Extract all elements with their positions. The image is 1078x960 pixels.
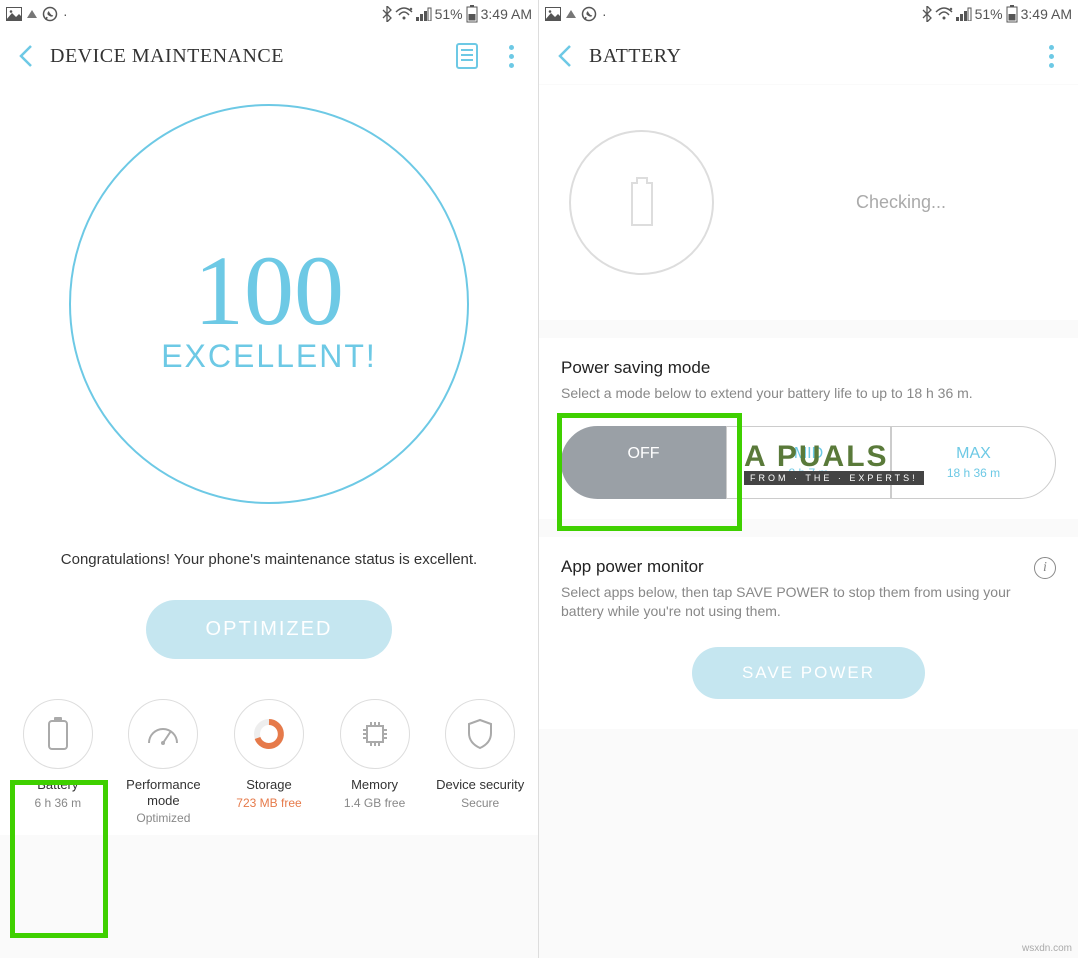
power-saving-mode-section: Power saving mode Select a mode below to… xyxy=(539,338,1078,519)
category-label: Battery xyxy=(37,777,78,793)
document-icon[interactable] xyxy=(456,43,478,69)
more-options-button[interactable] xyxy=(1036,45,1066,68)
status-bar: · 51% 3:49 AM xyxy=(0,0,538,28)
dot-icon: · xyxy=(602,6,607,22)
battery-icon xyxy=(1006,5,1018,23)
gallery-icon xyxy=(6,7,22,21)
bluetooth-icon xyxy=(382,6,392,22)
app-power-monitor-section: i App power monitor Select apps below, t… xyxy=(539,537,1078,729)
psm-option-label: MID xyxy=(732,445,885,463)
screen-device-maintenance: · 51% 3:49 AM DEVICE MAINTENANCE 100 EX xyxy=(0,0,539,958)
psm-option-off[interactable]: OFF xyxy=(561,426,726,499)
scan-circle xyxy=(569,130,714,275)
psm-options-row: OFF MID 8 h 7 m MAX 18 h 36 m xyxy=(561,426,1056,499)
psm-option-label: MAX xyxy=(897,445,1050,463)
category-row: Battery 6 h 36 m Performance mode Optimi… xyxy=(0,689,538,835)
whatsapp-icon xyxy=(42,6,58,22)
battery-outline-icon xyxy=(622,175,662,230)
category-battery[interactable]: Battery 6 h 36 m xyxy=(8,699,108,825)
gallery-icon xyxy=(545,7,561,21)
page-title: BATTERY xyxy=(589,45,1036,68)
chip-icon xyxy=(360,719,390,749)
watermark-text: wsxdn.com xyxy=(1022,943,1072,954)
clock-time: 3:49 AM xyxy=(1021,6,1072,22)
category-label: Memory xyxy=(351,777,398,793)
psm-option-mid[interactable]: MID 8 h 7 m xyxy=(726,426,891,499)
app-bar: DEVICE MAINTENANCE xyxy=(0,28,538,84)
back-button[interactable] xyxy=(551,42,579,70)
psm-option-max[interactable]: MAX 18 h 36 m xyxy=(891,426,1056,499)
score-message: Congratulations! Your phone's maintenanc… xyxy=(20,549,518,570)
battery-scan-section: Checking... xyxy=(539,85,1078,320)
apm-title: App power monitor xyxy=(561,557,1056,577)
play-icon xyxy=(27,10,37,18)
clock-time: 3:49 AM xyxy=(481,6,532,22)
screen-battery: · 51% 3:49 AM BATTERY Checking... xyxy=(539,0,1078,958)
app-bar: BATTERY xyxy=(539,28,1078,84)
category-storage[interactable]: Storage 723 MB free xyxy=(219,699,319,825)
status-bar: · 51% 3:49 AM xyxy=(539,0,1078,28)
more-options-button[interactable] xyxy=(496,45,526,68)
category-label: Storage xyxy=(246,777,292,793)
category-performance[interactable]: Performance mode Optimized xyxy=(113,699,213,825)
psm-option-sub: 18 h 36 m xyxy=(897,466,1050,480)
apm-desc: Select apps below, then tap SAVE POWER t… xyxy=(561,583,1056,622)
category-sub: 723 MB free xyxy=(236,796,301,810)
optimized-button[interactable]: OPTIMIZED xyxy=(146,600,393,659)
bluetooth-icon xyxy=(922,6,932,22)
category-sub: Optimized xyxy=(136,811,190,825)
score-section: 100 EXCELLENT! Congratulations! Your pho… xyxy=(0,84,538,689)
category-memory[interactable]: Memory 1.4 GB free xyxy=(325,699,425,825)
battery-icon xyxy=(466,5,478,23)
score-word: EXCELLENT! xyxy=(161,338,377,375)
checking-text: Checking... xyxy=(744,192,1058,213)
dot-icon: · xyxy=(63,6,68,22)
category-label: Device security xyxy=(436,777,524,793)
signal-icon xyxy=(956,7,972,21)
battery-icon xyxy=(46,717,70,751)
category-label: Performance mode xyxy=(113,777,213,808)
score-circle: 100 EXCELLENT! xyxy=(69,104,469,504)
page-title: DEVICE MAINTENANCE xyxy=(50,45,456,68)
category-sub: 1.4 GB free xyxy=(344,796,405,810)
battery-percent: 51% xyxy=(435,6,463,22)
psm-title: Power saving mode xyxy=(561,358,1056,378)
info-icon[interactable]: i xyxy=(1034,557,1056,579)
category-sub: 6 h 36 m xyxy=(34,796,81,810)
category-security[interactable]: Device security Secure xyxy=(430,699,530,825)
storage-donut-icon xyxy=(252,717,286,751)
battery-percent: 51% xyxy=(975,6,1003,22)
wifi-icon xyxy=(935,7,953,21)
gauge-icon xyxy=(146,721,180,747)
psm-option-label: OFF xyxy=(567,445,720,463)
whatsapp-icon xyxy=(581,6,597,22)
psm-option-sub: 8 h 7 m xyxy=(732,466,885,480)
wifi-icon xyxy=(395,7,413,21)
save-power-button[interactable]: SAVE POWER xyxy=(692,647,925,699)
shield-icon xyxy=(467,718,493,750)
play-icon xyxy=(566,10,576,18)
signal-icon xyxy=(416,7,432,21)
score-value: 100 xyxy=(194,233,344,348)
psm-desc: Select a mode below to extend your batte… xyxy=(561,384,1056,404)
category-sub: Secure xyxy=(461,796,499,810)
back-button[interactable] xyxy=(12,42,40,70)
